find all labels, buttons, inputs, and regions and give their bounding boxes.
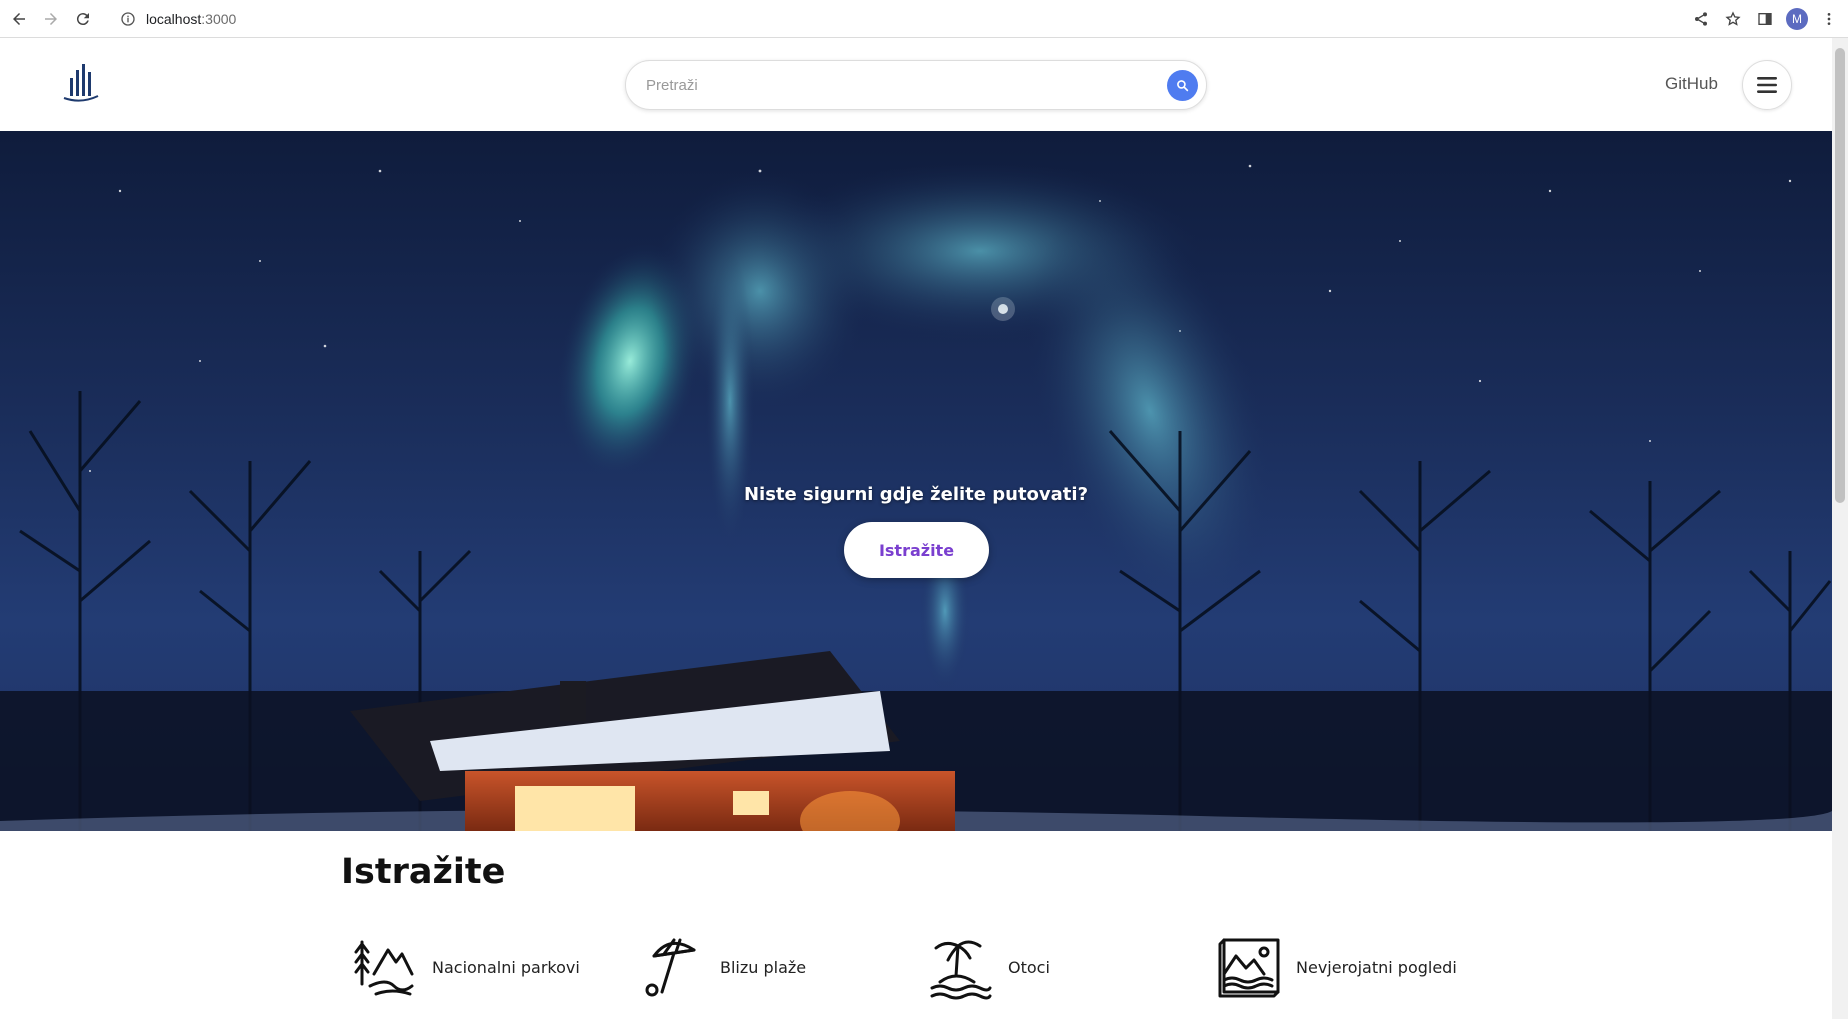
category-near-beach[interactable]: Blizu plaže (640, 934, 806, 1000)
beach-umbrella-icon (645, 938, 696, 997)
url-text: localhost:3000 (146, 11, 237, 27)
category-label: Nevjerojatni pogledi (1296, 957, 1457, 977)
hero-heading: Niste sigurni gdje želite putovati? (743, 484, 1089, 505)
forward-icon[interactable] (38, 6, 64, 32)
reload-icon[interactable] (70, 6, 96, 32)
profile-avatar[interactable]: M (1786, 8, 1808, 30)
category-amazing-views[interactable]: Nevjerojatni pogledi (1216, 934, 1457, 1000)
side-panel-icon[interactable] (1754, 8, 1776, 30)
site-header: GitHub (0, 38, 1832, 131)
national-park-icon (354, 940, 414, 996)
search-icon (1177, 80, 1189, 92)
bookmark-star-icon[interactable] (1722, 8, 1744, 30)
island-icon (930, 940, 992, 1000)
page-scrollbar[interactable] (1832, 38, 1848, 1019)
browser-toolbar: localhost:3000 M (0, 0, 1848, 38)
scrollbar-thumb[interactable] (1835, 48, 1845, 503)
category-label: Blizu plaže (720, 957, 807, 977)
browser-menu-icon[interactable] (1818, 8, 1840, 30)
category-national-parks[interactable]: Nacionalni parkovi (352, 934, 580, 1000)
share-icon[interactable] (1690, 8, 1712, 30)
category-label: Nacionalni parkovi (432, 957, 580, 977)
menu-button[interactable] (1742, 60, 1792, 110)
search-bar (625, 60, 1207, 110)
explore-button[interactable]: Istražite (844, 522, 989, 578)
site-info-icon[interactable] (120, 11, 136, 27)
explore-section-title: Istražite (341, 852, 506, 892)
category-label: Otoci (1008, 957, 1050, 977)
search-input[interactable] (646, 76, 1136, 94)
hero-banner: Niste sigurni gdje želite putovati? Istr… (0, 131, 1832, 831)
hamburger-icon (1757, 77, 1777, 93)
address-bar[interactable]: localhost:3000 (110, 4, 1670, 34)
github-link[interactable]: GitHub (1665, 74, 1718, 94)
back-icon[interactable] (6, 6, 32, 32)
search-button[interactable] (1167, 70, 1198, 101)
amazing-view-icon (1218, 938, 1280, 998)
logo-icon[interactable] (58, 58, 104, 106)
aurora-night-image (0, 161, 1832, 831)
category-islands[interactable]: Otoci (928, 934, 1050, 1000)
